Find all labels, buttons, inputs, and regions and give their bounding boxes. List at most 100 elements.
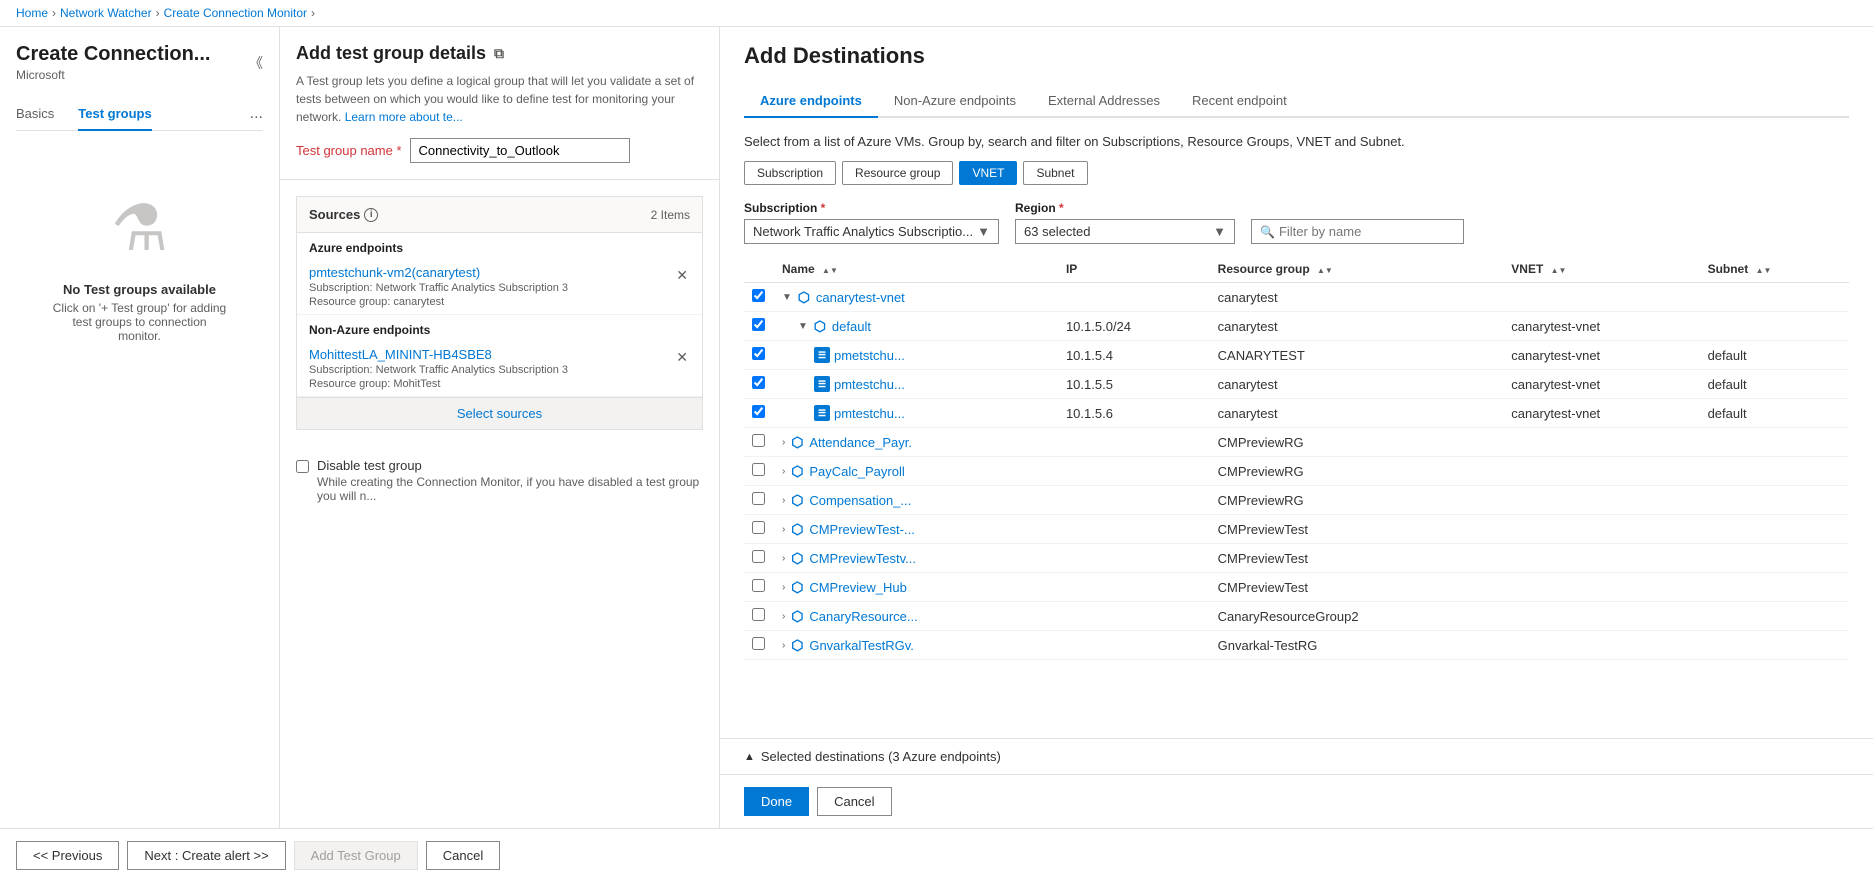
expand-icon-1[interactable]: ▼	[798, 321, 808, 332]
vnet-icon-0: ⬡	[796, 289, 812, 305]
right-panel-footer: Done Cancel	[720, 774, 1873, 828]
row-vnet-11	[1503, 602, 1699, 631]
row-checkbox-10[interactable]	[752, 579, 765, 592]
expand-icon-5[interactable]: ›	[782, 437, 785, 448]
row-checkbox-3[interactable]	[752, 376, 765, 389]
next-button[interactable]: Next : Create alert >>	[127, 841, 285, 870]
row-name-11[interactable]: CanaryResource...	[809, 609, 917, 624]
disable-test-group-checkbox[interactable]	[296, 460, 309, 473]
vnet-icon-8: ⬡	[789, 521, 805, 537]
row-checkbox-11[interactable]	[752, 608, 765, 621]
row-vnet-4: canarytest-vnet	[1503, 399, 1699, 428]
vnet-icon-11: ⬡	[789, 608, 805, 624]
previous-button[interactable]: << Previous	[16, 841, 119, 870]
row-name-4[interactable]: pmtestchu...	[834, 406, 905, 421]
breadcrumb-home[interactable]: Home	[16, 6, 48, 20]
add-test-group-button[interactable]: Add Test Group	[294, 841, 418, 870]
expand-icon-11[interactable]: ›	[782, 611, 785, 622]
row-checkbox-0[interactable]	[752, 289, 765, 302]
row-checkbox-2[interactable]	[752, 347, 765, 360]
row-checkbox-7[interactable]	[752, 492, 765, 505]
row-checkbox-6[interactable]	[752, 463, 765, 476]
azure-endpoint-1-name[interactable]: pmtestchunk-vm2(canarytest)	[309, 265, 480, 280]
sidebar-nav-more[interactable]: ...	[250, 105, 263, 123]
row-name-10[interactable]: CMPreview_Hub	[809, 580, 907, 595]
expand-icon-6[interactable]: ›	[782, 466, 785, 477]
row-name-6[interactable]: PayCalc_Payroll	[809, 464, 904, 479]
tab-non-azure-endpoints[interactable]: Non-Azure endpoints	[878, 85, 1032, 118]
expand-icon-8[interactable]: ›	[782, 524, 785, 535]
row-ip-1: 10.1.5.0/24	[1058, 312, 1210, 341]
sources-section: Sources i 2 Items Azure endpoints pmtest…	[296, 196, 703, 430]
tab-external-addresses[interactable]: External Addresses	[1032, 85, 1176, 118]
table-row: ›⬡Compensation_...CMPreviewRG	[744, 486, 1849, 515]
row-checkbox-1[interactable]	[752, 318, 765, 331]
sidebar-item-test-groups[interactable]: Test groups	[78, 98, 151, 131]
row-ip-2: 10.1.5.4	[1058, 341, 1210, 370]
row-name-8[interactable]: CMPreviewTest-...	[809, 522, 914, 537]
non-azure-endpoint-1-remove[interactable]: ✕	[674, 347, 690, 368]
filter-pill-resource-group[interactable]: Resource group	[842, 161, 953, 185]
table-row: ›⬡CMPreview_HubCMPreviewTest	[744, 573, 1849, 602]
row-name-1[interactable]: default	[832, 319, 871, 334]
region-dropdown[interactable]: 63 selected ▼	[1015, 219, 1235, 244]
row-vnet-10	[1503, 573, 1699, 602]
table-row: ›⬡CanaryResource...CanaryResourceGroup2	[744, 602, 1849, 631]
sidebar-nav: Basics Test groups ...	[16, 98, 263, 131]
expand-icon-12[interactable]: ›	[782, 640, 785, 651]
row-name-5[interactable]: Attendance_Payr.	[809, 435, 912, 450]
row-ip-8	[1058, 515, 1210, 544]
expand-icon-0[interactable]: ▼	[782, 292, 792, 303]
col-ip: IP	[1058, 256, 1210, 283]
row-rg-7: CMPreviewRG	[1210, 486, 1504, 515]
disable-test-group-desc: While creating the Connection Monitor, i…	[317, 475, 703, 503]
filter-by-name-input[interactable]	[1279, 224, 1455, 239]
sidebar-item-basics[interactable]: Basics	[16, 98, 54, 131]
vnet-icon-5: ⬡	[789, 434, 805, 450]
tab-azure-endpoints[interactable]: Azure endpoints	[744, 85, 878, 118]
expand-icon-9[interactable]: ›	[782, 553, 785, 564]
expand-icon-10[interactable]: ›	[782, 582, 785, 593]
done-button[interactable]: Done	[744, 787, 809, 816]
breadcrumb-network-watcher[interactable]: Network Watcher	[60, 6, 152, 20]
selected-summary[interactable]: ▲ Selected destinations (3 Azure endpoin…	[720, 738, 1873, 774]
row-checkbox-5[interactable]	[752, 434, 765, 447]
non-azure-endpoint-1-name[interactable]: MohittestLA_MININT-HB4SBE8	[309, 347, 492, 362]
non-azure-endpoint-1-subscription: Subscription: Network Traffic Analytics …	[309, 364, 568, 376]
collapse-icon[interactable]: 《	[249, 53, 263, 73]
row-name-12[interactable]: GnvarkalTestRGv.	[809, 638, 914, 653]
row-vnet-0	[1503, 283, 1699, 312]
breadcrumb-create-connection-monitor[interactable]: Create Connection Monitor	[164, 6, 307, 20]
filter-pill-subscription[interactable]: Subscription	[744, 161, 836, 185]
region-chevron: ▼	[1213, 224, 1226, 239]
expand-icon-7[interactable]: ›	[782, 495, 785, 506]
row-checkbox-4[interactable]	[752, 405, 765, 418]
row-ip-3: 10.1.5.5	[1058, 370, 1210, 399]
row-name-3[interactable]: pmtestchu...	[834, 377, 905, 392]
filter-pill-vnet[interactable]: VNET	[959, 161, 1017, 185]
table-row: ▼⬡default10.1.5.0/24canarytestcanarytest…	[744, 312, 1849, 341]
row-vnet-6	[1503, 457, 1699, 486]
table-row: ☰pmetstchu...10.1.5.4CANARYTESTcanarytes…	[744, 341, 1849, 370]
cancel-button-bottom[interactable]: Cancel	[426, 841, 500, 870]
row-checkbox-9[interactable]	[752, 550, 765, 563]
select-sources-button[interactable]: Select sources	[297, 397, 702, 429]
sidebar-subtitle: Microsoft	[16, 68, 210, 82]
tab-recent-endpoint[interactable]: Recent endpoint	[1176, 85, 1303, 118]
row-checkbox-12[interactable]	[752, 637, 765, 650]
row-name-2[interactable]: pmetstchu...	[834, 348, 905, 363]
filter-pill-subnet[interactable]: Subnet	[1023, 161, 1087, 185]
monitor-icon[interactable]: ⧉	[494, 45, 504, 62]
row-checkbox-8[interactable]	[752, 521, 765, 534]
row-name-0[interactable]: canarytest-vnet	[816, 290, 905, 305]
test-group-name-input[interactable]	[410, 138, 630, 163]
sources-info-icon[interactable]: i	[364, 208, 378, 222]
azure-endpoint-1-remove[interactable]: ✕	[674, 265, 690, 286]
row-name-9[interactable]: CMPreviewTestv...	[809, 551, 916, 566]
subscription-dropdown[interactable]: Network Traffic Analytics Subscriptio...…	[744, 219, 999, 244]
vnet-icon-6: ⬡	[789, 463, 805, 479]
breadcrumb: Home › Network Watcher › Create Connecti…	[0, 0, 1873, 27]
row-name-7[interactable]: Compensation_...	[809, 493, 911, 508]
cancel-button-right[interactable]: Cancel	[817, 787, 891, 816]
learn-more-link[interactable]: Learn more about te...	[345, 110, 463, 124]
